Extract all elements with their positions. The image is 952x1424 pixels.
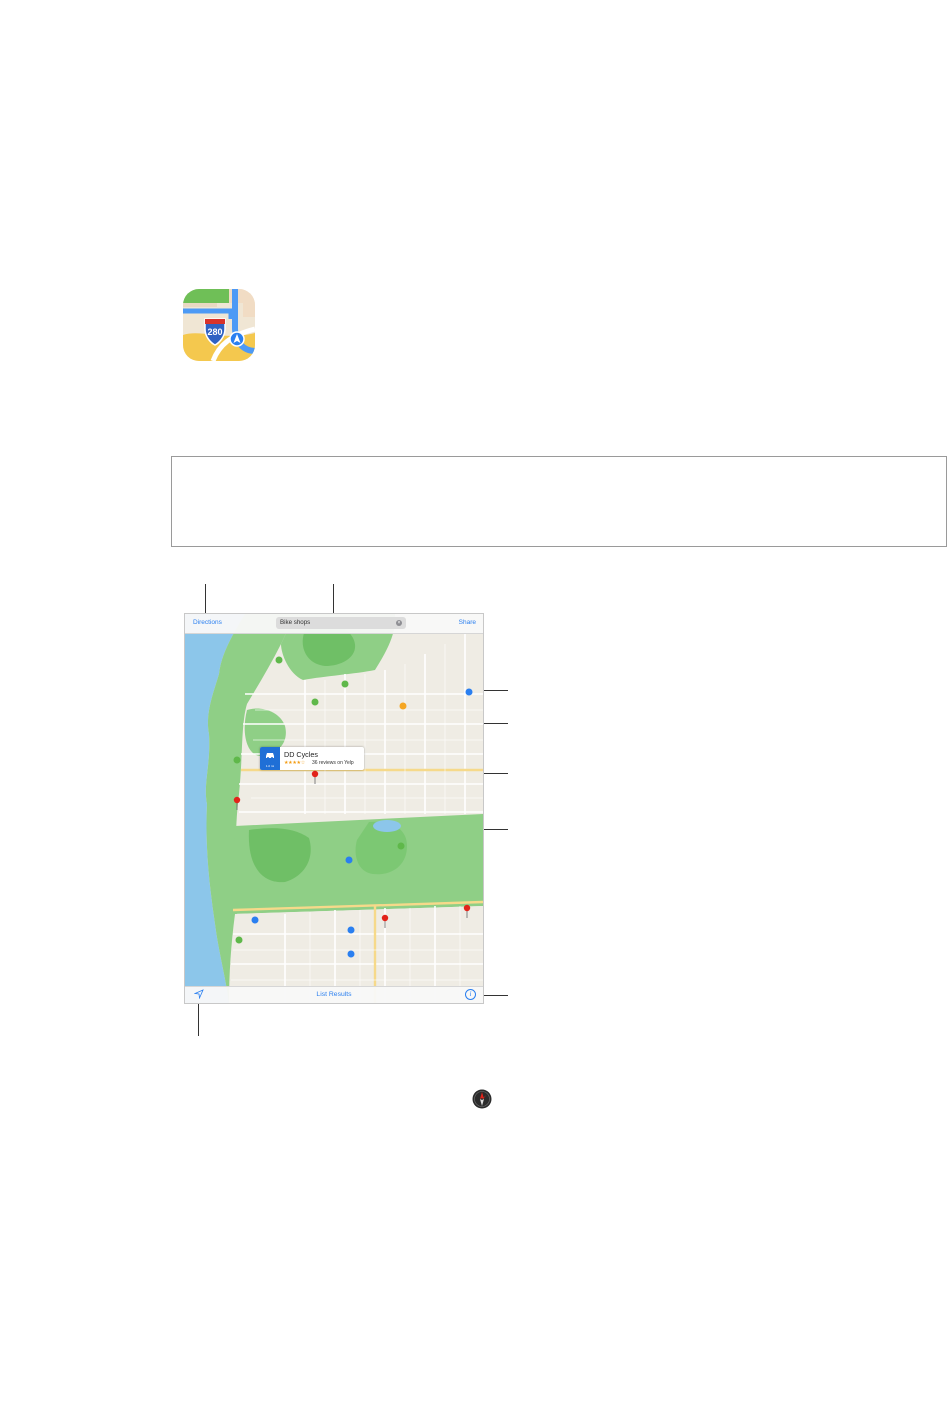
search-input[interactable]: Bike shops × bbox=[276, 617, 406, 629]
toolbar: List Results i bbox=[185, 986, 483, 1003]
svg-text:280: 280 bbox=[207, 327, 222, 337]
maps-app-icon: 280 bbox=[183, 289, 255, 361]
place-card[interactable]: 1.0 mi DD Cycles ★★★★☆ 36 reviews on Yel… bbox=[260, 747, 364, 770]
rating-stars: ★★★★☆ bbox=[284, 760, 305, 766]
list-results-button[interactable]: List Results bbox=[185, 991, 483, 998]
callout-line-info bbox=[482, 995, 508, 996]
review-count: 36 reviews on Yelp bbox=[312, 760, 354, 766]
maps-screen: Directions Bike shops × Share 1.0 mi DD … bbox=[184, 613, 484, 1004]
note-box bbox=[171, 456, 947, 547]
directions-button[interactable]: Directions bbox=[193, 619, 222, 626]
share-button[interactable]: Share bbox=[459, 619, 476, 626]
drive-distance: 1.0 mi bbox=[265, 764, 275, 768]
car-icon bbox=[266, 753, 274, 759]
nav-bar: Directions Bike shops × Share bbox=[185, 614, 483, 634]
callout-line-location bbox=[198, 1003, 199, 1036]
search-clear-icon[interactable]: × bbox=[396, 620, 402, 626]
search-value: Bike shops bbox=[280, 619, 311, 626]
directions-drive-button[interactable]: 1.0 mi bbox=[260, 747, 280, 770]
compass-icon bbox=[472, 1089, 492, 1109]
info-icon[interactable]: i bbox=[465, 989, 476, 1000]
place-name: DD Cycles bbox=[284, 750, 318, 759]
map-view[interactable] bbox=[185, 614, 483, 1003]
